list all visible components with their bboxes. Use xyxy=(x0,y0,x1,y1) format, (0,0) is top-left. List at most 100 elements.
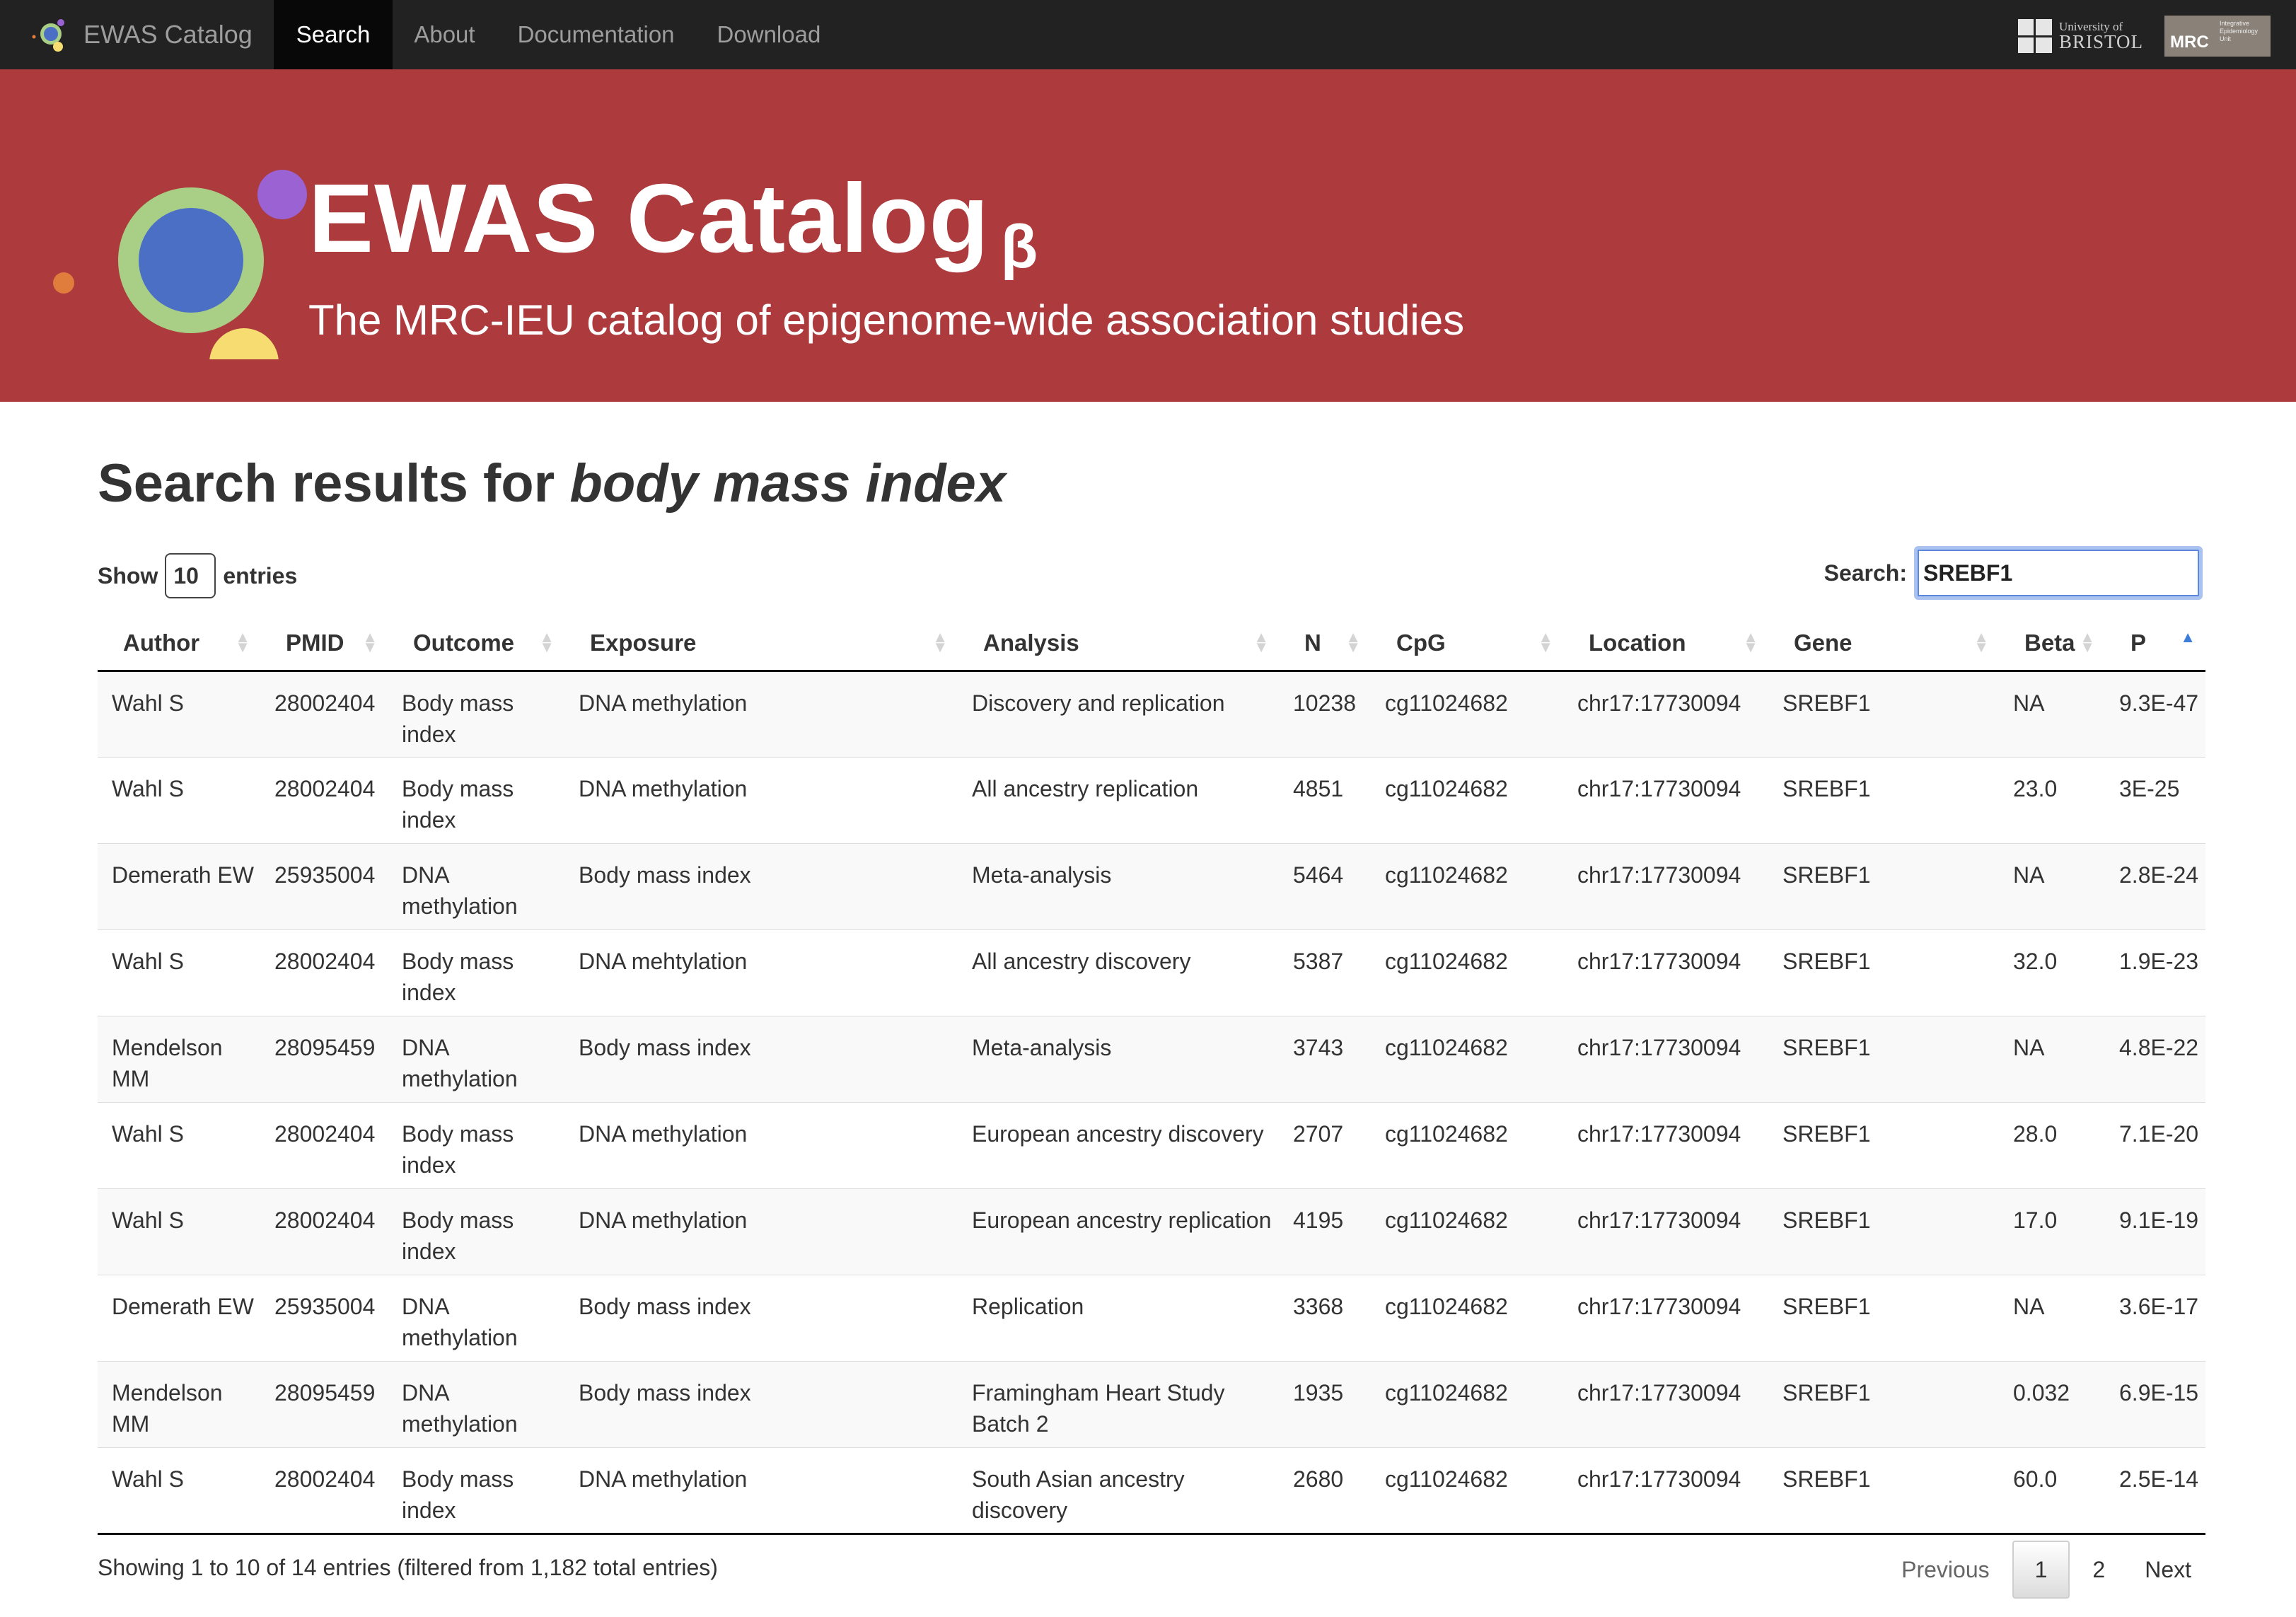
cell-analysis: South Asian ancestry discovery xyxy=(958,1447,1279,1535)
table-search-input[interactable] xyxy=(1914,546,2203,600)
cell-n: 3368 xyxy=(1279,1274,1371,1361)
sort-asc-icon: ▲ xyxy=(2180,628,2196,646)
table-row: Wahl S 28002404 Body mass index DNA methyla… xyxy=(98,1447,2205,1535)
cell-p: 6.9E-15 xyxy=(2105,1360,2205,1447)
cell-beta: NA xyxy=(1999,1274,2105,1361)
column-header-beta[interactable]: Beta ▲ ▼ xyxy=(1999,617,2105,672)
cell-outcome: Body mass index xyxy=(388,1447,564,1535)
page-2-button[interactable]: 2 xyxy=(2072,1542,2125,1597)
cell-author: Demerath EW xyxy=(98,842,260,929)
cell-analysis: Meta-analysis xyxy=(958,1015,1279,1102)
search-label: Search: xyxy=(1824,560,1907,586)
cell-gene: SREBF1 xyxy=(1768,1447,1999,1535)
cell-beta: NA xyxy=(1999,670,2105,757)
column-header-author[interactable]: Author ▲ ▼ xyxy=(98,617,260,672)
cell-outcome: Body mass index xyxy=(388,1188,564,1275)
table-body: Wahl S 28002404 Body mass index DNA methyla… xyxy=(98,670,2205,1535)
cell-outcome: DNA methylation xyxy=(388,842,564,929)
cell-pmid: 25935004 xyxy=(260,842,388,929)
column-header-n[interactable]: N ▲ ▼ xyxy=(1279,617,1371,672)
cell-p: 3E-25 xyxy=(2105,756,2205,843)
column-header-gene[interactable]: Gene ▲ ▼ xyxy=(1768,617,1999,672)
column-header-pmid[interactable]: PMID ▲ ▼ xyxy=(260,617,388,672)
cell-exposure: Body mass index xyxy=(564,1015,958,1102)
page-length-select[interactable]: 10 xyxy=(165,553,216,598)
partner-logos: University of BRISTOL MRC Integrative Ep… xyxy=(2017,16,2271,57)
cell-location: chr17:17730094 xyxy=(1563,756,1768,843)
next-page-button[interactable]: Next xyxy=(2125,1542,2211,1597)
previous-page-button[interactable]: Previous xyxy=(1882,1542,2010,1597)
cell-exposure: DNA methylation xyxy=(564,756,958,843)
cell-n: 3743 xyxy=(1279,1015,1371,1102)
page-1-button[interactable]: 1 xyxy=(2012,1541,2070,1599)
cell-p: 9.1E-19 xyxy=(2105,1188,2205,1275)
cell-analysis: All ancestry discovery xyxy=(958,929,1279,1016)
nav-documentation[interactable]: Documentation xyxy=(497,0,696,69)
page-title: Search results for body mass index xyxy=(98,453,1007,514)
cell-analysis: Replication xyxy=(958,1274,1279,1361)
cell-beta: NA xyxy=(1999,1015,2105,1102)
show-label: Show xyxy=(98,562,158,589)
sort-both-icon: ▲ ▼ xyxy=(2080,628,2095,656)
cell-gene: SREBF1 xyxy=(1768,670,1999,757)
cell-location: chr17:17730094 xyxy=(1563,929,1768,1016)
cell-pmid: 28002404 xyxy=(260,756,388,843)
column-header-location[interactable]: Location ▲ ▼ xyxy=(1563,617,1768,672)
table-row: Wahl S 28002404 Body mass index DNA methyla… xyxy=(98,1101,2205,1188)
cell-exposure: DNA methylation xyxy=(564,1188,958,1275)
column-header-analysis[interactable]: Analysis ▲ ▼ xyxy=(958,617,1279,672)
cell-location: chr17:17730094 xyxy=(1563,842,1768,929)
cell-p: 3.6E-17 xyxy=(2105,1274,2205,1361)
nav-about[interactable]: About xyxy=(393,0,496,69)
cell-cpg: cg11024682 xyxy=(1371,1447,1563,1535)
cell-p: 1.9E-23 xyxy=(2105,929,2205,1016)
cell-gene: SREBF1 xyxy=(1768,1101,1999,1188)
cell-location: chr17:17730094 xyxy=(1563,1015,1768,1102)
cell-cpg: cg11024682 xyxy=(1371,842,1563,929)
sort-both-icon: ▲ ▼ xyxy=(1253,628,1269,656)
brand-name: EWAS Catalog xyxy=(83,20,253,49)
cell-pmid: 28002404 xyxy=(260,670,388,757)
mrc-subtitle: Integrative Epidemiology Unit xyxy=(2220,20,2259,42)
table-info: Showing 1 to 10 of 14 entries (filtered … xyxy=(98,1555,718,1580)
page-length-control: Show 10 entries xyxy=(98,553,297,598)
cell-cpg: cg11024682 xyxy=(1371,670,1563,757)
cell-author: Wahl S xyxy=(98,1188,260,1275)
column-header-cpg[interactable]: CpG ▲ ▼ xyxy=(1371,617,1563,672)
cell-analysis: European ancestry discovery xyxy=(958,1101,1279,1188)
cell-p: 2.5E-14 xyxy=(2105,1447,2205,1535)
sort-both-icon: ▲ ▼ xyxy=(539,628,555,656)
mrc-ieu-logo[interactable]: MRC Integrative Epidemiology Unit xyxy=(2164,16,2271,57)
brand-link[interactable]: EWAS Catalog xyxy=(0,0,274,69)
column-header-exposure[interactable]: Exposure ▲ ▼ xyxy=(564,617,958,672)
sort-both-icon: ▲ ▼ xyxy=(1743,628,1758,656)
cell-analysis: Framingham Heart Study Batch 2 xyxy=(958,1360,1279,1447)
column-header-p[interactable]: P ▲ xyxy=(2105,617,2205,672)
university-of-bristol-logo[interactable]: University of BRISTOL xyxy=(2017,19,2143,53)
mrc-label: MRC xyxy=(2170,33,2209,52)
sort-both-icon: ▲ ▼ xyxy=(1538,628,1553,656)
cell-cpg: cg11024682 xyxy=(1371,1188,1563,1275)
sort-both-icon: ▲ ▼ xyxy=(1345,628,1361,656)
cell-author: Wahl S xyxy=(98,1101,260,1188)
table-row: Wahl S 28002404 Body mass index DNA methyla… xyxy=(98,670,2205,757)
cell-outcome: DNA methylation xyxy=(388,1274,564,1361)
column-header-outcome[interactable]: Outcome ▲ ▼ xyxy=(388,617,564,672)
beta-badge: β xyxy=(1000,213,1039,281)
cell-outcome: DNA methylation xyxy=(388,1360,564,1447)
cell-location: chr17:17730094 xyxy=(1563,1447,1768,1535)
cell-location: chr17:17730094 xyxy=(1563,1101,1768,1188)
cell-gene: SREBF1 xyxy=(1768,929,1999,1016)
sort-both-icon: ▲ ▼ xyxy=(362,628,378,656)
nav-search[interactable]: Search xyxy=(273,0,393,69)
cell-exposure: Body mass index xyxy=(564,1274,958,1361)
cell-n: 2707 xyxy=(1279,1101,1371,1188)
cell-cpg: cg11024682 xyxy=(1371,1101,1563,1188)
navbar: EWAS Catalog Search About Documentation … xyxy=(0,0,2296,69)
table-row: Wahl S 28002404 Body mass index DNA mehtyla… xyxy=(98,929,2205,1016)
cell-cpg: cg11024682 xyxy=(1371,929,1563,1016)
cell-n: 2680 xyxy=(1279,1447,1371,1535)
cell-location: chr17:17730094 xyxy=(1563,670,1768,757)
nav-download[interactable]: Download xyxy=(696,0,842,69)
cell-author: Wahl S xyxy=(98,756,260,843)
